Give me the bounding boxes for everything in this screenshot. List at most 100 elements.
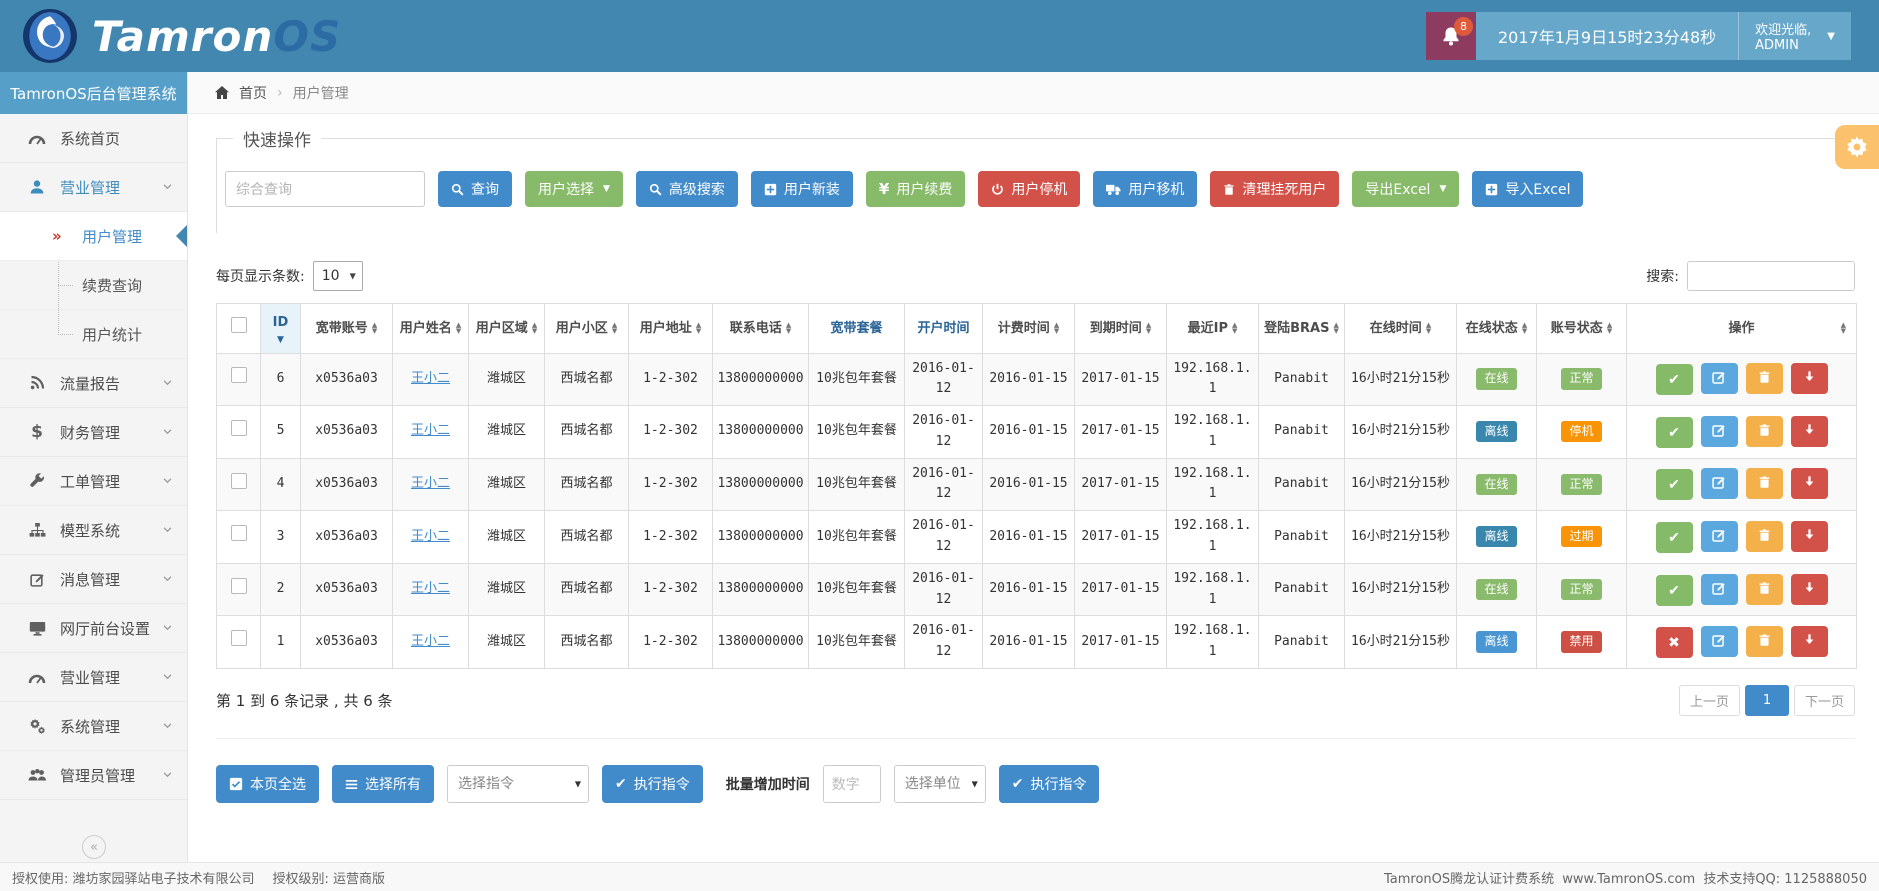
toolbar-button[interactable]: 用户停机 xyxy=(978,171,1080,207)
row-checkbox[interactable] xyxy=(231,630,247,646)
sidebar-subitem[interactable]: 续费查询 xyxy=(0,261,187,310)
toolbar-button[interactable]: 导入Excel xyxy=(1472,171,1583,207)
prev-page-button[interactable]: 上一页 xyxy=(1679,685,1740,716)
delete-user-button[interactable] xyxy=(1746,416,1783,447)
sidebar-item-10[interactable]: 系统管理 xyxy=(0,702,187,751)
column-header[interactable]: 到期时间▲▼ xyxy=(1075,304,1167,354)
disable-user-button[interactable]: ✖ xyxy=(1656,627,1693,658)
delete-user-button[interactable] xyxy=(1746,468,1783,499)
download-user-button[interactable] xyxy=(1791,416,1828,447)
column-header-link[interactable]: 开户时间 xyxy=(905,304,983,354)
row-checkbox[interactable] xyxy=(231,420,247,436)
column-header[interactable]: 用户区域▲▼ xyxy=(469,304,545,354)
cell-account: x0536a03 xyxy=(301,353,393,406)
toolbar-button[interactable]: 用户新装 xyxy=(751,171,853,207)
column-header[interactable]: 宽带账号▲▼ xyxy=(301,304,393,354)
unit-select[interactable]: 选择单位 xyxy=(894,765,986,803)
edit-user-button[interactable] xyxy=(1701,468,1738,499)
page-size-select[interactable]: 10 xyxy=(313,261,363,291)
settings-tab-button[interactable] xyxy=(1835,125,1879,169)
user-name-link[interactable]: 王小二 xyxy=(411,634,450,649)
column-header[interactable]: 用户地址▲▼ xyxy=(629,304,713,354)
edit-user-button[interactable] xyxy=(1701,363,1738,394)
edit-user-button[interactable] xyxy=(1701,521,1738,552)
row-checkbox[interactable] xyxy=(231,578,247,594)
home-icon[interactable] xyxy=(214,85,230,101)
enable-user-button[interactable]: ✔ xyxy=(1656,575,1693,606)
download-user-button[interactable] xyxy=(1791,626,1828,657)
sidebar-collapse-button[interactable]: « xyxy=(82,835,106,859)
edit-user-button[interactable] xyxy=(1701,416,1738,447)
column-header[interactable]: 用户姓名▲▼ xyxy=(393,304,469,354)
breadcrumb-home[interactable]: 首页 xyxy=(239,83,267,103)
sidebar-item-1[interactable]: 系统首页 xyxy=(0,114,187,163)
enable-user-button[interactable]: ✔ xyxy=(1656,469,1693,500)
delete-user-button[interactable] xyxy=(1746,363,1783,394)
command-select[interactable]: 选择指令 xyxy=(447,765,589,803)
toolbar-button[interactable]: 导出Excel▼ xyxy=(1352,171,1459,207)
combined-query-input[interactable] xyxy=(225,171,425,207)
user-name-link[interactable]: 王小二 xyxy=(411,581,450,596)
column-header[interactable]: 最近IP▲▼ xyxy=(1167,304,1259,354)
row-checkbox[interactable] xyxy=(231,525,247,541)
sidebar-item-3[interactable]: 流量报告 xyxy=(0,359,187,408)
next-page-button[interactable]: 下一页 xyxy=(1794,685,1855,716)
column-header[interactable]: 用户小区▲▼ xyxy=(545,304,629,354)
user-menu[interactable]: 欢迎光临, ADMIN ▼ xyxy=(1738,12,1851,60)
sidebar-item-7[interactable]: 消息管理 xyxy=(0,555,187,604)
toolbar-button[interactable]: 用户选择▼ xyxy=(525,171,623,207)
column-header[interactable]: 计费时间▲▼ xyxy=(983,304,1075,354)
column-header[interactable]: 操作▲▼ xyxy=(1627,304,1857,354)
column-header[interactable]: 账号状态▲▼ xyxy=(1537,304,1627,354)
header-checkbox[interactable] xyxy=(231,317,247,333)
toolbar-button[interactable]: 清理挂死用户 xyxy=(1210,171,1339,207)
sidebar-item-6[interactable]: 模型系统 xyxy=(0,506,187,555)
edit-icon xyxy=(1712,633,1726,650)
sidebar-subitem[interactable]: 用户统计 xyxy=(0,310,187,359)
toolbar-button[interactable]: 查询 xyxy=(438,171,512,207)
current-page-button[interactable]: 1 xyxy=(1745,685,1789,716)
user-name-link[interactable]: 王小二 xyxy=(411,529,450,544)
sidebar-subitem[interactable]: »用户管理 xyxy=(0,212,187,261)
sidebar-item-9[interactable]: 营业管理 xyxy=(0,653,187,702)
column-header[interactable]: 在线时间▲▼ xyxy=(1345,304,1457,354)
notifications-button[interactable]: 8 xyxy=(1426,12,1476,60)
user-name-link[interactable]: 王小二 xyxy=(411,371,450,386)
sidebar-item-4[interactable]: $财务管理 xyxy=(0,408,187,457)
toolbar-button[interactable]: ¥用户续费 xyxy=(866,171,965,207)
enable-user-button[interactable]: ✔ xyxy=(1656,364,1693,395)
table-search-input[interactable] xyxy=(1687,261,1855,291)
delete-user-button[interactable] xyxy=(1746,626,1783,657)
column-header[interactable]: 在线状态▲▼ xyxy=(1457,304,1537,354)
edit-user-button[interactable] xyxy=(1701,574,1738,605)
column-header[interactable]: 联系电话▲▼ xyxy=(713,304,809,354)
toolbar-button[interactable]: 高级搜索 xyxy=(636,171,738,207)
edit-user-button[interactable] xyxy=(1701,626,1738,657)
execute-command-button[interactable]: ✔ 执行指令 xyxy=(602,765,703,803)
batch-number-input[interactable] xyxy=(823,765,881,803)
column-header[interactable]: 登陆BRAS▲▼ xyxy=(1259,304,1345,354)
table-search-label: 搜索: xyxy=(1646,266,1679,286)
sidebar-item-2[interactable]: 营业管理 xyxy=(0,163,187,212)
row-checkbox[interactable] xyxy=(231,367,247,383)
user-name-link[interactable]: 王小二 xyxy=(411,423,450,438)
sidebar-item-8[interactable]: 网厅前台设置 xyxy=(0,604,187,653)
enable-user-button[interactable]: ✔ xyxy=(1656,522,1693,553)
select-all-button[interactable]: 选择所有 xyxy=(332,765,434,803)
enable-user-button[interactable]: ✔ xyxy=(1656,417,1693,448)
execute-batch-time-button[interactable]: ✔ 执行指令 xyxy=(999,765,1100,803)
column-header-link[interactable]: 宽带套餐 xyxy=(809,304,905,354)
toolbar-button[interactable]: 用户移机 xyxy=(1093,171,1197,207)
delete-user-button[interactable] xyxy=(1746,574,1783,605)
select-page-button[interactable]: 本页全选 xyxy=(216,765,319,803)
download-user-button[interactable] xyxy=(1791,363,1828,394)
download-user-button[interactable] xyxy=(1791,574,1828,605)
download-user-button[interactable] xyxy=(1791,521,1828,552)
row-checkbox[interactable] xyxy=(231,473,247,489)
sidebar-item-5[interactable]: 工单管理 xyxy=(0,457,187,506)
download-user-button[interactable] xyxy=(1791,468,1828,499)
column-header-sorted[interactable]: ID▼ xyxy=(261,304,301,354)
delete-user-button[interactable] xyxy=(1746,521,1783,552)
user-name-link[interactable]: 王小二 xyxy=(411,476,450,491)
sidebar-item-11[interactable]: 管理员管理 xyxy=(0,751,187,800)
